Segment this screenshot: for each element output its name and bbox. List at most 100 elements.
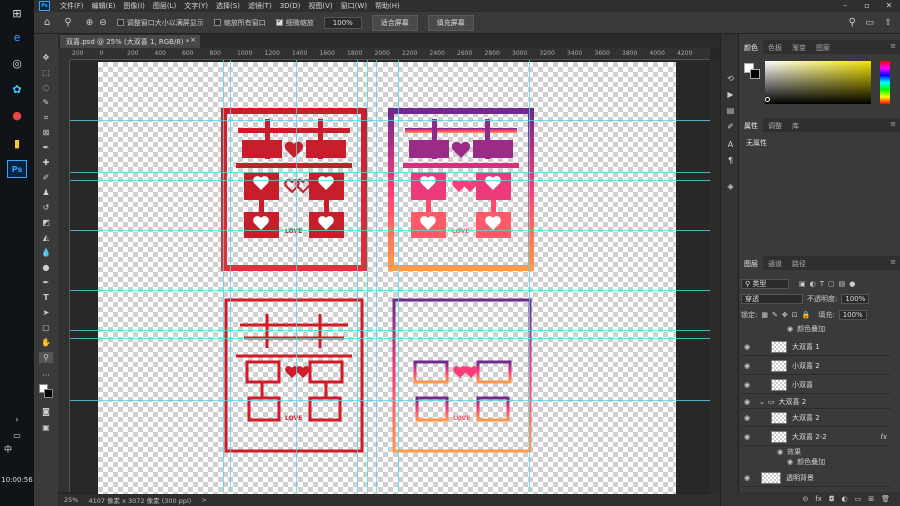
filter-smart-icon[interactable]: ▤ bbox=[839, 280, 846, 288]
history-panel-icon[interactable]: ⟲ bbox=[725, 74, 736, 84]
love-text-3: LOVE bbox=[285, 415, 302, 422]
tab-color[interactable]: 颜色 bbox=[739, 40, 763, 54]
brush-panel-icon[interactable]: ✐ bbox=[725, 122, 736, 132]
guide-vertical[interactable] bbox=[376, 60, 377, 492]
effect-eye-icon[interactable]: ◉ bbox=[787, 458, 793, 466]
new-group-icon[interactable]: ▭ bbox=[855, 495, 862, 503]
layer-name: 大双喜 2 bbox=[792, 413, 820, 422]
status-menu-arrow[interactable]: > bbox=[201, 496, 206, 504]
3d-panel-icon[interactable]: ◈ bbox=[725, 182, 736, 192]
layer-name: 大双喜 2 bbox=[778, 397, 807, 406]
paragraph-panel-icon[interactable]: ¶ bbox=[725, 156, 736, 166]
tab-channels[interactable]: 通道 bbox=[763, 256, 787, 270]
swatches-panel-icon[interactable]: ▤ bbox=[725, 106, 736, 116]
add-style-icon[interactable]: fx bbox=[815, 495, 822, 503]
guide-horizontal[interactable] bbox=[70, 120, 710, 121]
actions-panel-icon[interactable]: ▶ bbox=[725, 90, 736, 100]
lock-artboard-icon[interactable]: ⊡ bbox=[792, 311, 798, 319]
layer-row[interactable]: ◉ 大双喜 1 bbox=[741, 338, 891, 356]
tab-libraries[interactable]: 库 bbox=[787, 118, 804, 132]
layer-group-row[interactable]: ◉ ⌄ ▭ 大双喜 2 bbox=[741, 395, 891, 409]
visibility-eye-icon[interactable]: ◉ bbox=[741, 433, 753, 441]
double-happiness-red-outline[interactable]: LOVE bbox=[224, 298, 364, 453]
guide-vertical[interactable] bbox=[223, 60, 224, 492]
layer-effect-row[interactable]: ◉ 颜色叠加 bbox=[741, 457, 891, 467]
layer-row[interactable]: ◉ 大双喜 2 bbox=[741, 409, 891, 427]
visibility-eye-icon[interactable]: ◉ bbox=[741, 343, 753, 351]
layer-effects-row[interactable]: ◉ 效果 bbox=[741, 447, 891, 457]
guide-vertical[interactable] bbox=[296, 60, 297, 492]
guide-horizontal[interactable] bbox=[70, 230, 710, 231]
filter-adjust-icon[interactable]: ◐ bbox=[810, 280, 816, 288]
fill-field[interactable]: 100% bbox=[838, 310, 867, 320]
guide-vertical[interactable] bbox=[230, 60, 231, 492]
color-picker-marker[interactable] bbox=[765, 97, 770, 102]
layer-row[interactable]: ◉ 大双喜 2-2 fx bbox=[741, 428, 891, 446]
canvas-vertical-scrollbar[interactable] bbox=[710, 60, 720, 494]
guide-horizontal[interactable] bbox=[70, 338, 710, 339]
panel-menu-icon[interactable]: ≡ bbox=[890, 42, 896, 50]
group-chevron-icon[interactable]: ⌄ bbox=[759, 398, 765, 406]
guide-horizontal[interactable] bbox=[70, 330, 710, 331]
opacity-label: 不透明度: bbox=[807, 295, 838, 303]
new-adjustment-icon[interactable]: ◐ bbox=[842, 495, 848, 503]
panel-menu-icon[interactable]: ≡ bbox=[890, 258, 896, 266]
layer-kind-filter[interactable]: ⚲ 类型 bbox=[741, 279, 789, 289]
guide-vertical[interactable] bbox=[529, 60, 530, 492]
visibility-eye-icon[interactable]: ◉ bbox=[741, 414, 753, 422]
visibility-eye-icon[interactable]: ◉ bbox=[741, 362, 753, 370]
layer-thumbnail bbox=[771, 411, 787, 424]
tab-gradients[interactable]: 渐变 bbox=[787, 40, 811, 54]
filter-type-icon[interactable]: T bbox=[820, 280, 824, 288]
visibility-eye-icon[interactable]: ◉ bbox=[741, 398, 753, 406]
visibility-eye-icon[interactable]: ◉ bbox=[741, 381, 753, 389]
lock-fill-row: 锁定: ▦ ✎ ✥ ⊡ 🔒 填充: 100% bbox=[741, 308, 867, 322]
status-zoom[interactable]: 25% bbox=[64, 496, 78, 504]
guide-horizontal[interactable] bbox=[70, 290, 710, 291]
new-layer-icon[interactable]: ⊞ bbox=[868, 495, 874, 503]
tab-properties[interactable]: 属性 bbox=[739, 118, 763, 132]
link-layers-icon[interactable]: ⊝ bbox=[802, 495, 808, 503]
guide-horizontal[interactable] bbox=[70, 172, 710, 173]
layer-effect-row[interactable]: ◉ 颜色叠加 bbox=[741, 324, 891, 334]
guide-vertical[interactable] bbox=[357, 60, 358, 492]
blend-mode-select[interactable]: 穿透 bbox=[741, 294, 803, 304]
guide-horizontal[interactable] bbox=[70, 400, 710, 401]
layer-filter-row: ⚲ 类型 ▣ ◐ T ▢ ▤ ● bbox=[741, 277, 855, 291]
character-panel-icon[interactable]: A bbox=[725, 140, 736, 150]
filter-shape-icon[interactable]: ▢ bbox=[828, 280, 835, 288]
tab-swatches[interactable]: 色板 bbox=[763, 40, 787, 54]
panel-menu-icon[interactable]: ≡ bbox=[890, 120, 896, 128]
layer-name: 小双喜 bbox=[792, 380, 813, 389]
panel-background-swatch[interactable] bbox=[750, 69, 760, 79]
lock-pixels-icon[interactable]: ▦ bbox=[761, 311, 768, 319]
visibility-eye-icon[interactable]: ◉ bbox=[741, 474, 753, 482]
guide-vertical[interactable] bbox=[398, 60, 399, 492]
layer-row[interactable]: ◉ 小双喜 2 bbox=[741, 357, 891, 375]
tab-layers[interactable]: 图层 bbox=[739, 256, 763, 270]
lock-all-icon[interactable]: 🔒 bbox=[802, 311, 811, 319]
lock-position-icon[interactable]: ✥ bbox=[782, 311, 788, 319]
tab-adjustments[interactable]: 调整 bbox=[763, 118, 787, 132]
opacity-field[interactable]: 100% bbox=[841, 294, 870, 304]
filter-toggle-icon[interactable]: ● bbox=[849, 280, 855, 288]
layer-fx-badge[interactable]: fx bbox=[880, 433, 887, 441]
guide-vertical[interactable] bbox=[367, 60, 368, 492]
double-happiness-red-filled[interactable]: LOVE bbox=[221, 108, 367, 271]
effects-eye-icon[interactable]: ◉ bbox=[777, 448, 783, 456]
delete-layer-icon[interactable]: 🗑 bbox=[881, 495, 890, 503]
double-happiness-gradient-outline[interactable]: LOVE bbox=[392, 298, 532, 453]
effect-eye-icon[interactable]: ◉ bbox=[787, 325, 793, 333]
double-happiness-gradient-filled[interactable]: LOVE bbox=[388, 108, 534, 271]
add-mask-icon[interactable]: ◘ bbox=[829, 495, 835, 503]
folder-icon: ▭ bbox=[767, 397, 775, 406]
layer-row[interactable]: ◉ 透明背景 bbox=[741, 469, 891, 487]
layer-row[interactable]: ◉ 小双喜 bbox=[741, 376, 891, 394]
tab-patterns[interactable]: 图案 bbox=[811, 40, 835, 54]
filter-pixel-icon[interactable]: ▣ bbox=[799, 280, 806, 288]
guide-horizontal[interactable] bbox=[70, 180, 710, 181]
color-picker-field[interactable] bbox=[765, 61, 871, 104]
lock-paint-icon[interactable]: ✎ bbox=[772, 311, 778, 319]
tab-paths[interactable]: 路径 bbox=[787, 256, 811, 270]
hue-slider[interactable] bbox=[880, 61, 890, 104]
